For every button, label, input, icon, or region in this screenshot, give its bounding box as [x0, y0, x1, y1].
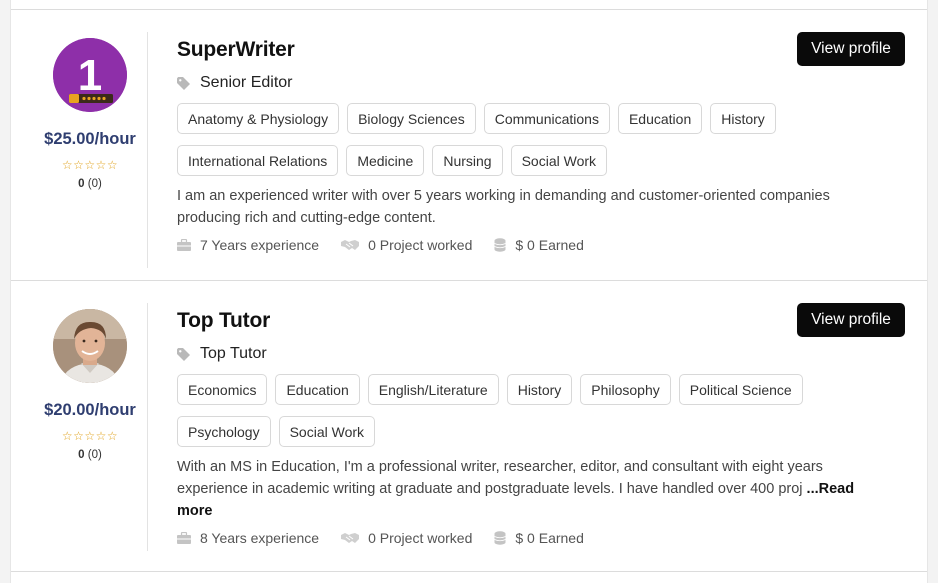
projects-text: 0 Project worked: [368, 237, 473, 253]
rating-value: 0: [78, 449, 85, 461]
rating-value: 0: [78, 178, 85, 190]
subject-chip[interactable]: International Relations: [177, 145, 339, 176]
vertical-divider: [147, 303, 148, 551]
subject-chip[interactable]: Political Science: [678, 374, 803, 405]
projects-text: 0 Project worked: [368, 530, 473, 546]
writer-stats: 7 Years experience 0 Project worked $ 0 …: [177, 237, 606, 253]
rating-stars: ☆☆☆☆☆: [61, 158, 119, 172]
subject-chips: Economics Education English/Literature H…: [177, 374, 877, 447]
handshake-icon: [341, 533, 360, 543]
projects-stat: 0 Project worked: [341, 530, 472, 546]
subject-chip[interactable]: English/Literature: [367, 374, 499, 405]
writer-stats: 8 Years experience 0 Project worked $ 0 …: [177, 530, 606, 546]
writer-list: 1 $25.00/hour ☆☆☆☆☆ 0 (0) SuperWriter Vi…: [10, 0, 928, 583]
coins-icon: [494, 238, 507, 252]
hourly-rate: $20.00/hour: [44, 401, 136, 419]
briefcase-icon: [177, 532, 191, 544]
experience-stat: 8 Years experience: [177, 530, 319, 546]
svg-text:1: 1: [78, 51, 102, 100]
rating-count: (0): [87, 449, 102, 461]
writer-role: Senior Editor: [177, 74, 293, 92]
handshake-icon: [341, 240, 360, 250]
subject-chip[interactable]: Education: [617, 103, 703, 134]
tag-icon: [177, 76, 190, 90]
description-text: With an MS in Education, I'm a professio…: [177, 459, 823, 497]
subject-chip[interactable]: History: [506, 374, 573, 405]
view-profile-button[interactable]: View profile: [797, 32, 905, 66]
subject-chip[interactable]: Economics: [177, 374, 268, 405]
coins-icon: [494, 531, 507, 545]
subject-chip[interactable]: Anatomy & Physiology: [177, 103, 340, 134]
experience-text: 7 Years experience: [200, 237, 320, 253]
subject-chip[interactable]: Communications: [483, 103, 610, 134]
role-label: Top Tutor: [200, 345, 267, 362]
vertical-divider: [147, 32, 148, 268]
subject-chip[interactable]: Social Work: [278, 416, 376, 447]
writer-description: With an MS in Education, I'm a professio…: [177, 456, 877, 522]
role-label: Senior Editor: [200, 74, 293, 91]
rating-summary: 0 (0): [11, 449, 169, 461]
subject-chip[interactable]: Biology Sciences: [347, 103, 476, 134]
badge-one-icon: 1: [53, 38, 127, 112]
subject-chip[interactable]: Philosophy: [580, 374, 671, 405]
writer-description: I am an experienced writer with over 5 y…: [177, 188, 830, 226]
avatar[interactable]: 1: [53, 38, 127, 112]
earned-stat: $ 0 Earned: [494, 530, 584, 546]
subject-chips: Anatomy & Physiology Biology Sciences Co…: [177, 103, 877, 176]
earned-stat: $ 0 Earned: [494, 237, 584, 253]
tag-icon: [177, 347, 190, 361]
writer-name[interactable]: SuperWriter: [177, 38, 295, 62]
rating-count: (0): [87, 178, 102, 190]
avatar[interactable]: [53, 309, 127, 383]
writer-role: Top Tutor: [177, 345, 267, 363]
subject-chip[interactable]: Medicine: [346, 145, 425, 176]
briefcase-icon: [177, 239, 191, 251]
subject-chip[interactable]: Nursing: [432, 145, 503, 176]
hourly-rate: $25.00/hour: [44, 130, 136, 148]
earned-text: $ 0 Earned: [515, 237, 584, 253]
earned-text: $ 0 Earned: [515, 530, 584, 546]
writer-name[interactable]: Top Tutor: [177, 309, 270, 333]
projects-stat: 0 Project worked: [341, 237, 472, 253]
rating-stars: ☆☆☆☆☆: [61, 429, 119, 443]
view-profile-button[interactable]: View profile: [797, 303, 905, 337]
subject-chip[interactable]: Psychology: [177, 416, 271, 447]
rating-summary: 0 (0): [11, 178, 169, 190]
subject-chip[interactable]: History: [710, 103, 776, 134]
experience-text: 8 Years experience: [200, 530, 320, 546]
writer-card: 1 $25.00/hour ☆☆☆☆☆ 0 (0) SuperWriter Vi…: [11, 10, 927, 280]
profile-photo: [53, 309, 127, 383]
subject-chip[interactable]: Social Work: [510, 145, 608, 176]
experience-stat: 7 Years experience: [177, 237, 319, 253]
writer-card: $20.00/hour ☆☆☆☆☆ 0 (0) Top Tutor View p…: [11, 280, 927, 572]
subject-chip[interactable]: Education: [275, 374, 360, 405]
